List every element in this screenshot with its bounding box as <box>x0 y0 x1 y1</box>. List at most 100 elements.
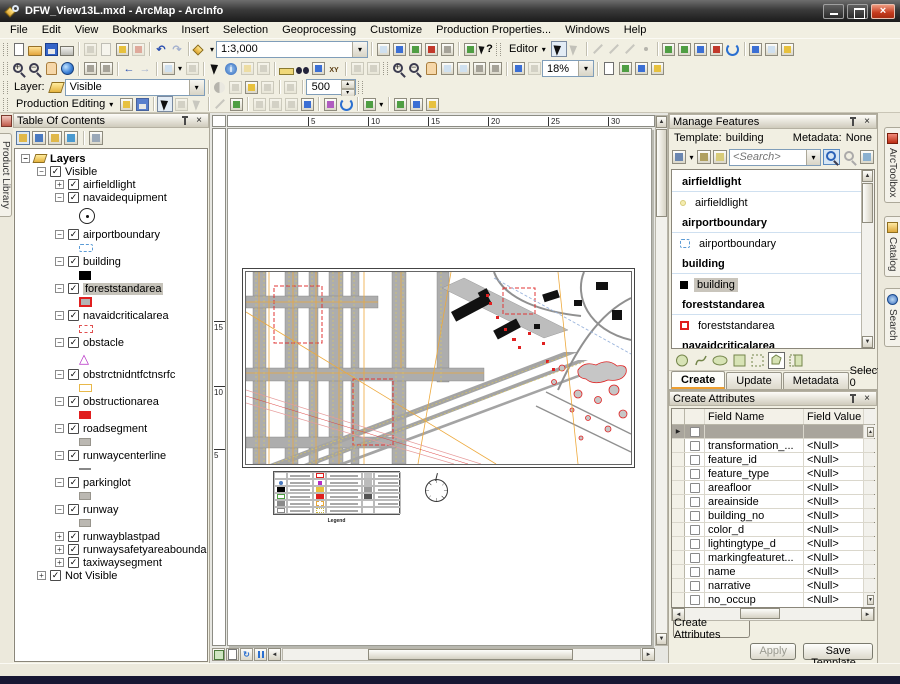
find-icon[interactable] <box>294 61 310 77</box>
flicker-rate-spinner[interactable]: 500 ▴ ▾ <box>306 79 356 95</box>
tools-toolbar-grip[interactable] <box>3 62 8 75</box>
menu-insert[interactable]: Insert <box>174 23 216 37</box>
template-item-label[interactable]: foreststandarea <box>695 319 777 333</box>
row-checkbox[interactable] <box>690 525 700 535</box>
row-checkbox[interactable] <box>690 595 700 605</box>
layer-label[interactable]: navaidequipment <box>83 192 167 204</box>
runwaycenterline-symbol[interactable] <box>79 468 91 470</box>
layer-label[interactable]: runwaycenterline <box>83 450 166 462</box>
production-move-icon[interactable] <box>299 96 315 112</box>
production-preview-icon[interactable] <box>424 96 440 112</box>
save-edits-icon[interactable] <box>134 96 150 112</box>
production-validate-icon[interactable] <box>361 96 377 112</box>
layer-item-runwaycenterline[interactable]: − ✓ runwaycenterline <box>15 449 207 462</box>
field-value-cell[interactable]: <Null> <box>804 481 864 494</box>
scroll-right-icon[interactable]: ► <box>861 608 874 621</box>
field-value-cell[interactable]: <Null> <box>804 523 864 536</box>
production-merge-icon[interactable] <box>267 96 283 112</box>
building-symbol[interactable] <box>79 271 91 280</box>
collapse-icon[interactable]: − <box>55 193 64 202</box>
collapse-icon[interactable]: − <box>55 370 64 379</box>
field-value-cell[interactable]: <Null> <box>804 537 864 550</box>
row-checkbox[interactable] <box>690 427 700 437</box>
reshape-feature-icon[interactable] <box>677 41 693 57</box>
layer-label[interactable]: airfieldlight <box>83 179 136 191</box>
sketch-properties-icon[interactable] <box>764 41 780 57</box>
attribute-row[interactable]: no_occup<Null>▼ <box>672 593 874 607</box>
select-elements-icon[interactable] <box>207 61 223 77</box>
copy-icon[interactable] <box>98 41 114 57</box>
field-name-cell[interactable]: markingfeaturet... <box>705 551 804 564</box>
endpoint-arc-icon[interactable] <box>606 41 622 57</box>
edit-annotation-tool-icon[interactable] <box>567 41 583 57</box>
layer-label[interactable]: runwaysafetyareaboundary <box>83 544 208 556</box>
identify-icon[interactable] <box>223 61 239 77</box>
template-group-airportboundary[interactable]: airportboundary <box>672 213 861 233</box>
apply-button[interactable]: Apply <box>750 643 796 660</box>
arccatalog-shortcut-icon[interactable] <box>423 41 439 57</box>
clear-search-icon[interactable] <box>842 149 858 165</box>
go-to-xy-icon[interactable] <box>326 61 342 77</box>
template-search-box[interactable]: ▾ <box>729 149 821 166</box>
row-checkbox[interactable] <box>690 497 700 507</box>
not-visible-checkbox[interactable]: ✓ <box>50 570 61 581</box>
field-value-cell[interactable]: <Null> <box>804 565 864 578</box>
template-item-building[interactable]: building <box>672 274 861 295</box>
redo-icon[interactable]: ↷ <box>169 41 185 57</box>
layer-checkbox[interactable]: ✓ <box>68 283 79 294</box>
zoom-in-icon[interactable] <box>11 61 27 77</box>
spinner-up-icon[interactable]: ▴ <box>341 80 355 89</box>
clear-selection-icon[interactable] <box>184 61 200 77</box>
menu-edit[interactable]: Edit <box>35 23 68 37</box>
layer-item-obstrctnidntfctnsrfc[interactable]: − ✓ obstrctnidntfctnsrfc <box>15 368 207 381</box>
layer-label[interactable]: navaidcriticalarea <box>83 310 169 322</box>
layer-label[interactable]: airportboundary <box>83 229 160 241</box>
tab-create-attributes[interactable]: Create Attributes <box>673 621 750 638</box>
list-by-drawing-order-icon[interactable] <box>16 131 30 145</box>
move-tool-icon[interactable] <box>693 41 709 57</box>
row-checkbox[interactable] <box>690 539 700 549</box>
measure-icon[interactable] <box>278 61 294 77</box>
field-name-cell[interactable]: narrative <box>705 579 804 592</box>
expand-icon[interactable]: + <box>55 545 64 554</box>
template-item-foreststandarea[interactable]: foreststandarea <box>672 315 861 336</box>
attributes-horizontal-scrollbar[interactable]: ◄ ► <box>671 608 875 621</box>
focus-data-frame-icon[interactable] <box>617 61 633 77</box>
attribute-row[interactable]: areafloor<Null> <box>672 481 874 495</box>
production-toolbar-grip[interactable] <box>3 98 8 111</box>
create-features-window-icon[interactable] <box>780 41 796 57</box>
collapse-icon[interactable]: − <box>55 478 64 487</box>
list-by-visibility-icon[interactable] <box>48 131 62 145</box>
menu-customize[interactable]: Customize <box>363 23 429 37</box>
scroll-left-icon[interactable]: ◄ <box>268 648 281 661</box>
production-rotate-icon[interactable] <box>338 96 354 112</box>
layer-label[interactable]: obstrctnidntfctnsrfc <box>83 369 175 381</box>
map-horizontal-scrollbar[interactable] <box>282 648 641 661</box>
collapse-icon[interactable]: − <box>55 311 64 320</box>
editor-toolbar-grip[interactable] <box>496 43 501 56</box>
layer-checkbox[interactable]: ✓ <box>68 544 79 555</box>
layer-label[interactable]: obstructionarea <box>83 396 159 408</box>
toc-group-visible[interactable]: − ✓ Visible <box>15 165 207 178</box>
toc-options-icon[interactable] <box>89 131 103 145</box>
field-name-cell[interactable]: feature_type <box>705 467 804 480</box>
attribute-row[interactable]: color_d<Null> <box>672 523 874 537</box>
production-trace-icon[interactable] <box>228 96 244 112</box>
edit-sketch-icon[interactable] <box>375 41 391 57</box>
menu-selection[interactable]: Selection <box>216 23 275 37</box>
search-button[interactable] <box>823 149 840 165</box>
layer-item-roadsegment[interactable]: − ✓ roadsegment <box>15 422 207 435</box>
map-data-frame[interactable] <box>242 268 635 468</box>
menu-help[interactable]: Help <box>617 23 654 37</box>
layer-label-selected[interactable]: foreststandarea <box>83 283 163 295</box>
layer-item-navaidequipment[interactable]: − ✓ navaidequipment <box>15 191 207 204</box>
collapse-icon[interactable]: − <box>55 230 64 239</box>
layer-label[interactable]: parkinglot <box>83 477 131 489</box>
field-value-cell[interactable]: <Null> <box>804 593 864 607</box>
scroll-up-icon[interactable]: ▲ <box>656 116 667 128</box>
layer-checkbox[interactable]: ✓ <box>68 557 79 568</box>
freehand-tool-icon[interactable] <box>696 356 706 365</box>
add-data-icon[interactable] <box>192 41 208 57</box>
layer-item-obstacle[interactable]: − ✓ obstacle <box>15 336 207 349</box>
toggle-draft-mode-icon[interactable] <box>601 61 617 77</box>
